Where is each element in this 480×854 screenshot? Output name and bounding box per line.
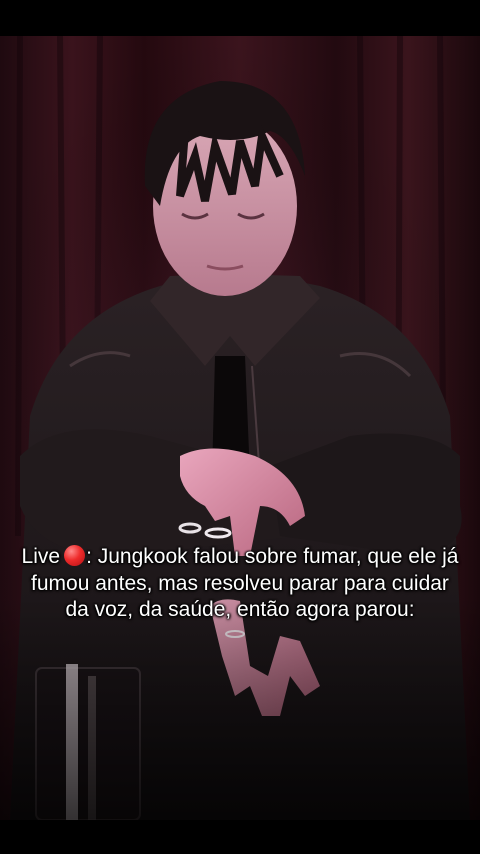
- video-frame: Live: Jungkook falou sobre fumar, que el…: [0, 0, 480, 854]
- caption-text: : Jungkook falou sobre fumar, que ele já…: [31, 545, 459, 621]
- caption-prefix: Live: [21, 545, 61, 568]
- video-caption: Live: Jungkook falou sobre fumar, que el…: [20, 544, 460, 624]
- letterbox-bottom: [0, 820, 480, 854]
- red-circle-icon: [64, 545, 86, 566]
- letterbox-top: [0, 0, 480, 36]
- video-still[interactable]: Live: Jungkook falou sobre fumar, que el…: [0, 36, 480, 820]
- scene-illustration: [0, 36, 480, 820]
